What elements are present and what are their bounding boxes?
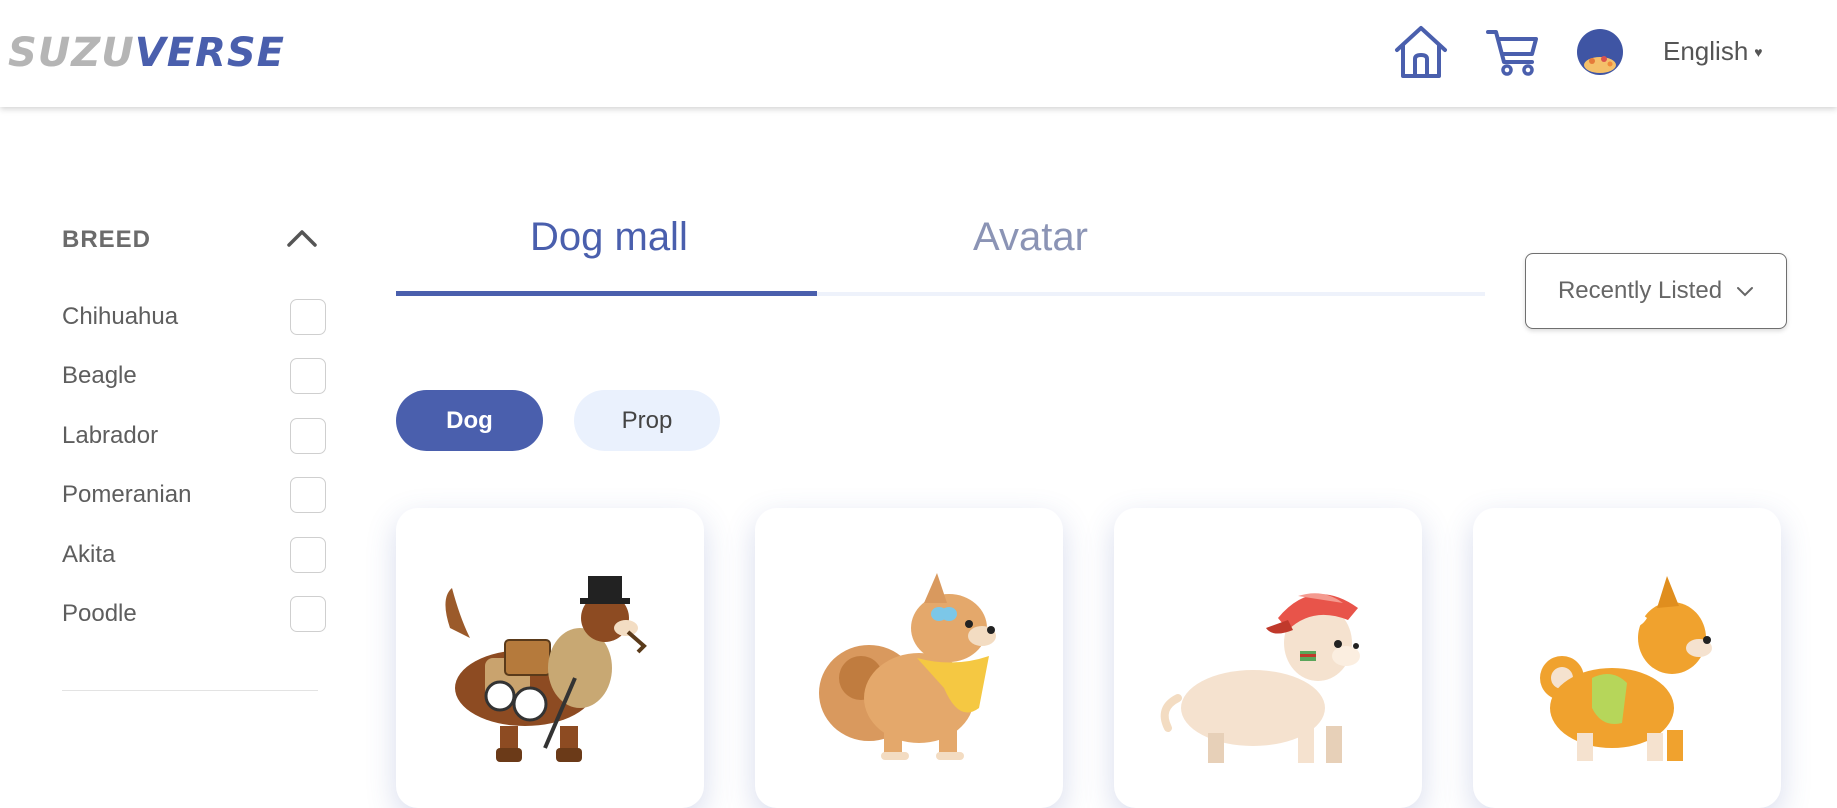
home-icon[interactable] xyxy=(1392,24,1450,85)
language-selector[interactable]: English ♥ xyxy=(1663,36,1763,67)
breed-label: Akita xyxy=(62,540,116,568)
breed-item-labrador[interactable]: Labrador xyxy=(62,406,326,466)
filter-sidebar: BREED Chihuahua Beagle Labrador Pomerani… xyxy=(62,220,326,691)
mall-tabs: Dog mall Avatar xyxy=(396,210,1485,298)
language-label: English xyxy=(1663,36,1749,66)
product-card[interactable] xyxy=(1114,508,1422,808)
chevron-down-icon xyxy=(1736,277,1754,305)
category-dog-button[interactable]: Dog xyxy=(396,390,543,451)
dog-pomeranian-butterfly-image xyxy=(819,573,996,760)
product-card[interactable] xyxy=(396,508,704,808)
avatar[interactable] xyxy=(1576,28,1624,81)
sort-label: Recently Listed xyxy=(1557,277,1723,304)
product-card[interactable] xyxy=(755,508,1063,808)
product-card[interactable] xyxy=(1473,508,1781,808)
breed-label: Pomeranian xyxy=(62,481,192,509)
chevron-up-icon[interactable] xyxy=(286,228,318,253)
breed-checkbox[interactable] xyxy=(290,477,326,514)
breed-label: Beagle xyxy=(62,362,137,390)
breed-checkbox[interactable] xyxy=(290,417,326,454)
breed-item-akita[interactable]: Akita xyxy=(62,525,326,585)
sort-dropdown[interactable]: Recently Listed xyxy=(1525,253,1787,329)
suzuverse-logo[interactable]: SUZUVERSE xyxy=(8,30,285,76)
breed-checkbox[interactable] xyxy=(290,536,326,573)
breed-label: Poodle xyxy=(62,600,137,628)
dog-shiba-green-image xyxy=(1540,576,1712,761)
breed-item-pomeranian[interactable]: Pomeranian xyxy=(62,466,326,526)
tab-active-indicator xyxy=(396,291,817,296)
logo-part-1: SUZU xyxy=(8,30,135,76)
breed-label: Labrador xyxy=(62,421,159,449)
breed-label: Chihuahua xyxy=(62,302,179,330)
tab-dog-mall[interactable]: Dog mall xyxy=(530,215,688,260)
breed-list: Chihuahua Beagle Labrador Pomeranian Aki… xyxy=(62,287,326,645)
dog-red-cap-image xyxy=(1160,593,1360,763)
breed-checkbox[interactable] xyxy=(290,358,326,395)
breed-title: BREED xyxy=(62,226,152,253)
breed-item-beagle[interactable]: Beagle xyxy=(62,347,326,407)
breed-item-chihuahua[interactable]: Chihuahua xyxy=(62,287,326,347)
breed-checkbox[interactable] xyxy=(290,298,326,335)
logo-part-2: VERSE xyxy=(134,30,285,76)
tab-avatar[interactable]: Avatar xyxy=(973,215,1088,260)
sidebar-divider xyxy=(62,690,318,691)
top-header: SUZUVERSE English ♥ xyxy=(0,0,1837,107)
dog-explorer-image xyxy=(445,576,647,762)
heart-caret-icon: ♥ xyxy=(1754,43,1763,60)
cart-icon[interactable] xyxy=(1486,26,1540,81)
category-prop-button[interactable]: Prop xyxy=(574,390,720,451)
breed-item-poodle[interactable]: Poodle xyxy=(62,585,326,645)
breed-checkbox[interactable] xyxy=(290,596,326,633)
breed-filter-header[interactable]: BREED xyxy=(62,220,318,260)
